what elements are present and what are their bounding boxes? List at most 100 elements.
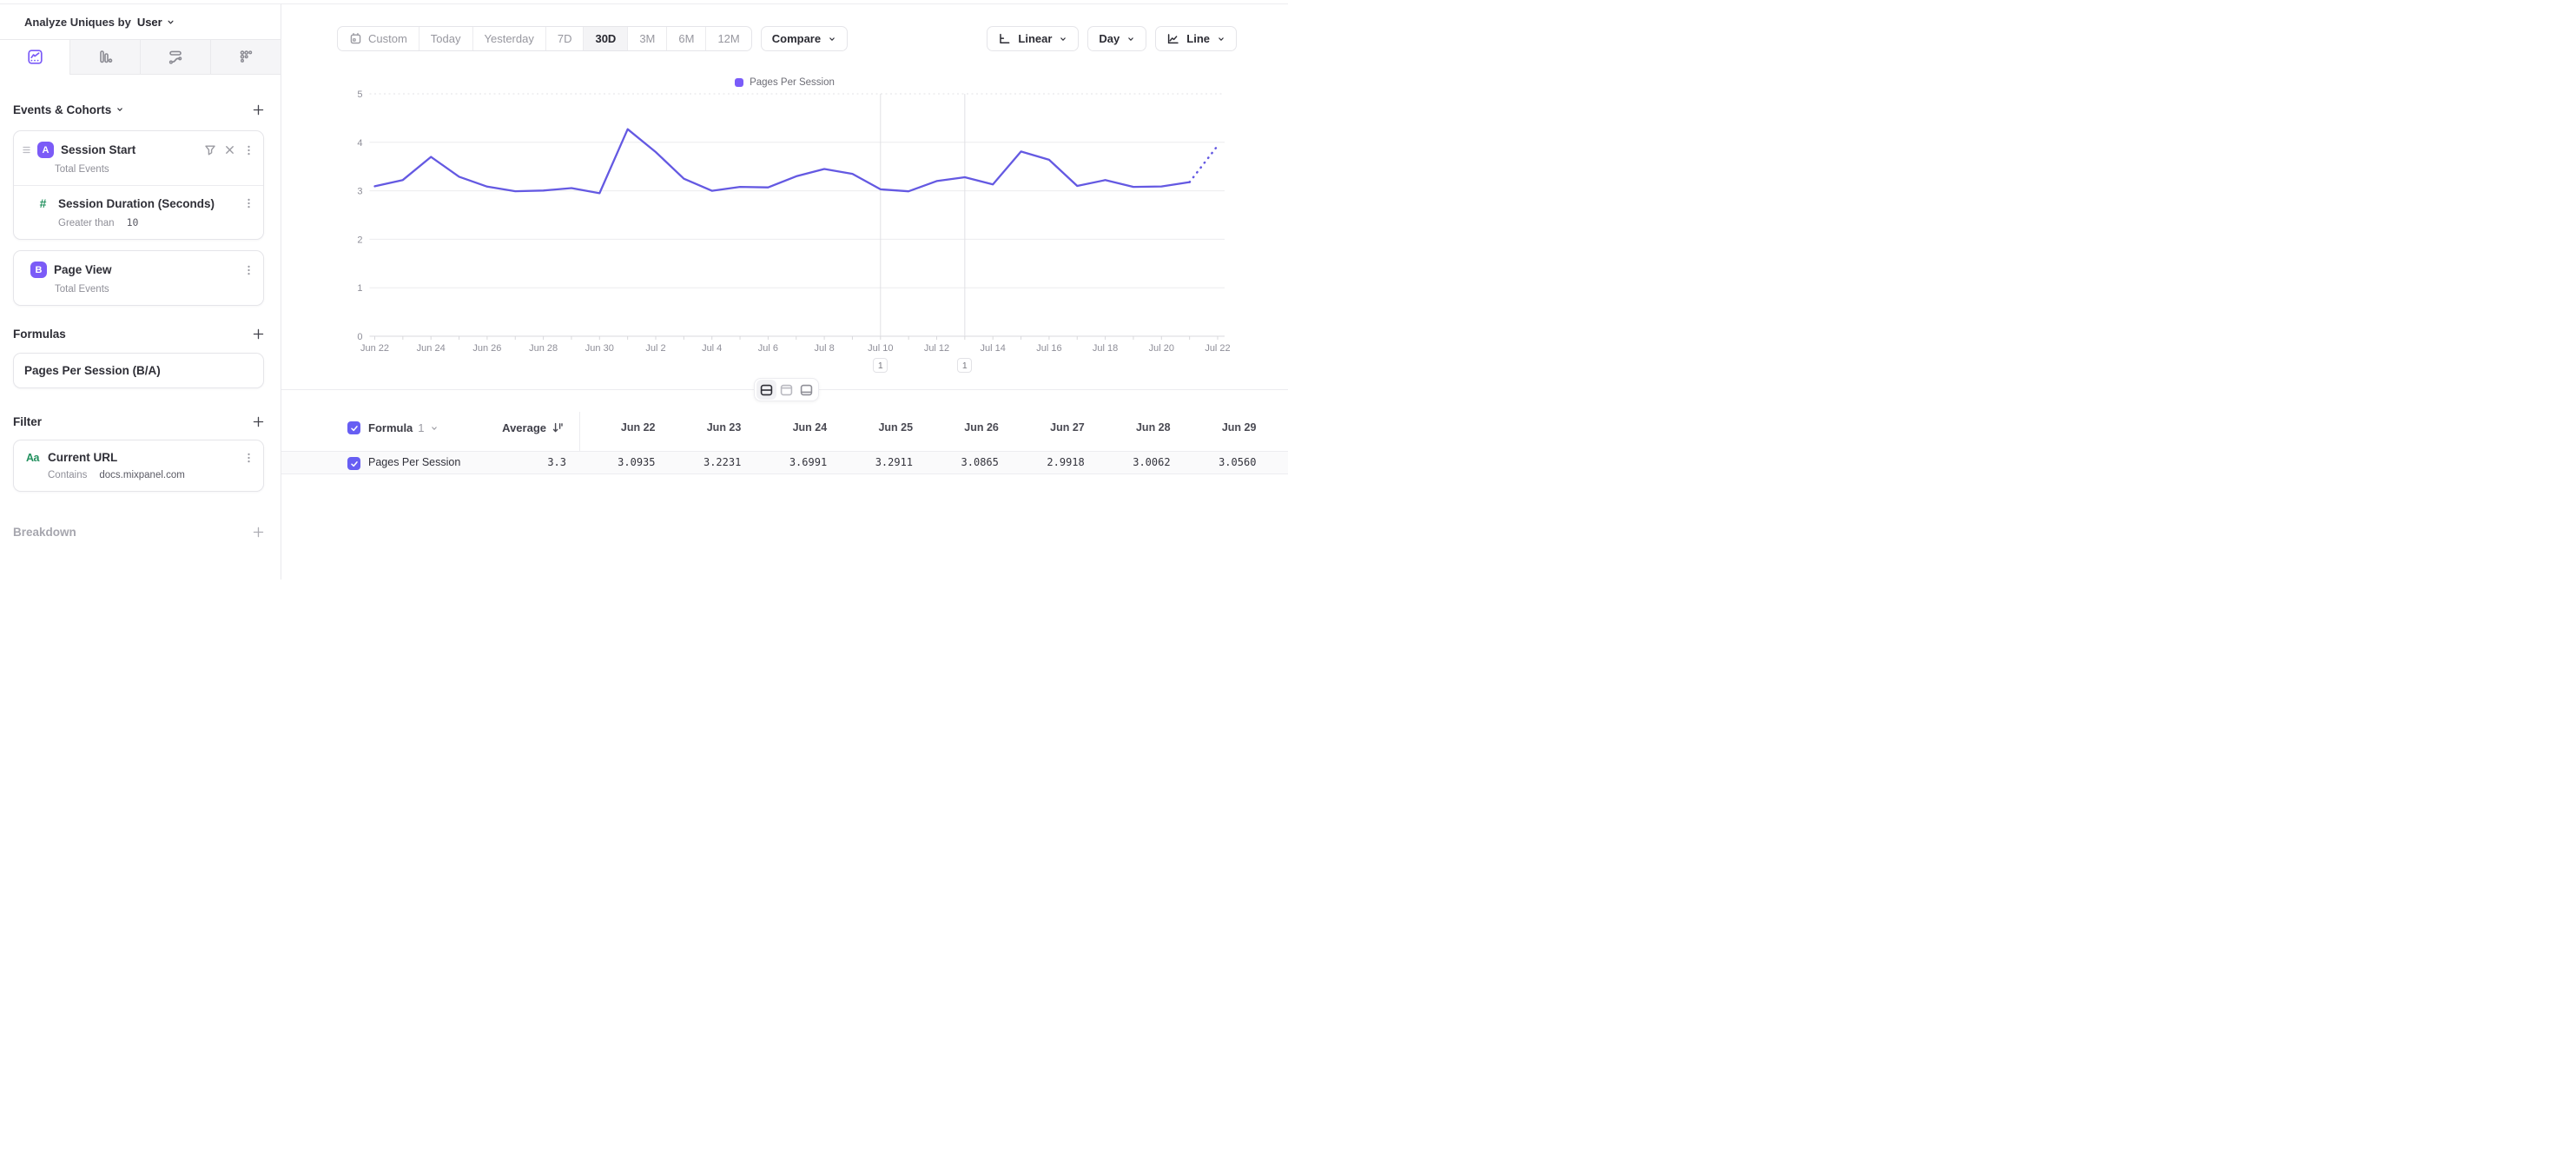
analyze-entity-selector[interactable]: User (137, 16, 162, 29)
event-title[interactable]: Page View (54, 263, 236, 276)
table-cell-value: 3.6991 (747, 456, 827, 468)
plus-icon (252, 328, 265, 341)
line-chart-icon (1166, 32, 1179, 45)
filter-property-title[interactable]: Current URL (48, 451, 236, 464)
range-yesterday[interactable]: Yesterday (472, 27, 545, 50)
funnels-bars-icon (97, 49, 114, 65)
range-custom[interactable]: Custom (338, 27, 419, 50)
event-measurement[interactable]: Total Events (14, 158, 263, 185)
main-panel: CustomTodayYesterday7D30D3M6M12M Compare… (281, 4, 1288, 580)
property-filter-section[interactable]: # Session Duration (Seconds) Greater tha… (14, 185, 263, 239)
tab-insights[interactable] (0, 40, 69, 75)
event-card-session-start[interactable]: A Session Start Total Events # Session D… (13, 130, 264, 240)
table-cell-value: 3.2911 (833, 456, 913, 468)
formula-name[interactable]: Pages Per Session (B/A) (14, 354, 263, 387)
x-axis-label: Jun 26 (472, 343, 501, 354)
tab-retention[interactable] (210, 40, 281, 75)
range-today[interactable]: Today (419, 27, 472, 50)
table-date-column-header[interactable]: Jun 27 (1005, 421, 1085, 434)
layout-chart-only-button[interactable] (776, 380, 796, 400)
series-line-pages-per-session (375, 129, 1190, 194)
chevron-down-icon (116, 105, 124, 114)
breakdown-section-title: Breakdown (13, 526, 76, 539)
y-axis-label: 5 (357, 89, 362, 100)
events-section-title[interactable]: Events & Cohorts (13, 103, 124, 116)
analyze-label: Analyze Uniques by (24, 16, 131, 29)
event-measurement[interactable]: Total Events (14, 278, 263, 305)
x-axis-label: Jul 12 (924, 343, 949, 354)
scale-selector-button[interactable]: Linear (987, 26, 1079, 51)
compare-button[interactable]: Compare (761, 26, 848, 51)
kebab-menu-icon[interactable] (243, 264, 254, 276)
line-chart[interactable]: 012345Jun 22Jun 24Jun 26Jun 28Jun 30Jul … (281, 4, 1288, 395)
flows-icon (167, 49, 184, 66)
x-axis-label: Jul 4 (702, 343, 722, 354)
table-date-column-header[interactable]: Jun 24 (747, 421, 827, 434)
tab-funnels[interactable] (69, 40, 140, 75)
table-date-column-header[interactable]: Jun 28 (1091, 421, 1171, 434)
interval-selector-button[interactable]: Day (1087, 26, 1146, 51)
property-condition[interactable]: Greater than10 (31, 210, 263, 239)
table-cell-value: 3.0062 (1091, 456, 1171, 468)
event-title[interactable]: Session Start (61, 143, 197, 156)
calendar-icon (349, 32, 362, 45)
kebab-menu-icon[interactable] (243, 197, 254, 209)
row-checkbox[interactable] (347, 457, 360, 470)
drag-handle-icon[interactable] (23, 145, 30, 155)
range-7d[interactable]: 7D (545, 27, 584, 50)
sort-descending-icon[interactable] (552, 421, 564, 434)
y-axis-label: 3 (357, 187, 362, 197)
close-icon[interactable] (224, 144, 235, 156)
row-average-value: 3.3 (412, 456, 566, 468)
event-letter-badge: A (37, 142, 54, 158)
range-30d[interactable]: 30D (583, 27, 627, 50)
chart-annotations-layer: 11 (281, 4, 1288, 395)
layout-split-icon (760, 384, 773, 396)
add-formula-button[interactable] (248, 324, 268, 343)
events-section-header: Events & Cohorts (13, 100, 268, 119)
kebab-menu-icon[interactable] (243, 144, 254, 156)
table-cell-value: 2.9918 (1005, 456, 1085, 468)
chart-legend: Pages Per Session (281, 77, 1288, 88)
formula-card[interactable]: Pages Per Session (B/A) (13, 353, 264, 388)
number-property-icon: # (35, 196, 51, 210)
filter-card-current-url[interactable]: Aa Current URL Containsdocs.mixpanel.com (13, 440, 264, 492)
layout-bottom-icon (800, 384, 813, 396)
kebab-menu-icon[interactable] (243, 452, 254, 464)
range-3m[interactable]: 3M (627, 27, 666, 50)
tab-flows[interactable] (140, 40, 210, 75)
table-cell-value: 3.0935 (576, 456, 656, 468)
formulas-section-title: Formulas (13, 328, 66, 341)
annotation-count-badge[interactable]: 1 (957, 358, 972, 373)
average-column-header[interactable]: Average (412, 421, 546, 434)
add-event-button[interactable] (248, 100, 268, 119)
layout-table-only-button[interactable] (796, 380, 816, 400)
table-date-column-header[interactable]: Jun 26 (919, 421, 999, 434)
chart-type-selector-button[interactable]: Line (1155, 26, 1237, 51)
x-axis-label: Jul 20 (1149, 343, 1174, 354)
layout-split-button[interactable] (756, 380, 776, 400)
add-breakdown-button[interactable] (248, 522, 268, 541)
event-letter-badge: B (30, 262, 47, 278)
event-card-page-view[interactable]: B Page View Total Events (13, 250, 264, 306)
table-date-column-header[interactable]: Jun 23 (661, 421, 741, 434)
y-axis-label: 4 (357, 138, 362, 149)
property-title[interactable]: Session Duration (Seconds) (58, 197, 236, 210)
table-row[interactable]: Pages Per Session 3.3 3.09353.22313.6991… (281, 451, 1288, 474)
plus-icon (252, 415, 265, 428)
sidebar-content: Events & Cohorts A Session Start Total E… (0, 75, 281, 580)
table-date-column-header[interactable]: Jun 22 (576, 421, 656, 434)
range-12m[interactable]: 12M (705, 27, 750, 50)
check-icon (350, 460, 359, 468)
filter-funnel-icon[interactable] (204, 144, 216, 156)
add-filter-button[interactable] (248, 412, 268, 431)
range-6m[interactable]: 6M (666, 27, 705, 50)
table-date-column-header[interactable]: Jun 25 (833, 421, 913, 434)
filter-condition[interactable]: Containsdocs.mixpanel.com (14, 464, 263, 491)
annotation-count-badge[interactable]: 1 (873, 358, 888, 373)
table-date-column-header[interactable]: Jun 29 (1176, 421, 1256, 434)
layout-switcher (754, 378, 819, 401)
retention-grid-icon (238, 49, 254, 65)
table-cell-value: 3.0865 (919, 456, 999, 468)
select-all-checkbox[interactable] (347, 421, 360, 434)
